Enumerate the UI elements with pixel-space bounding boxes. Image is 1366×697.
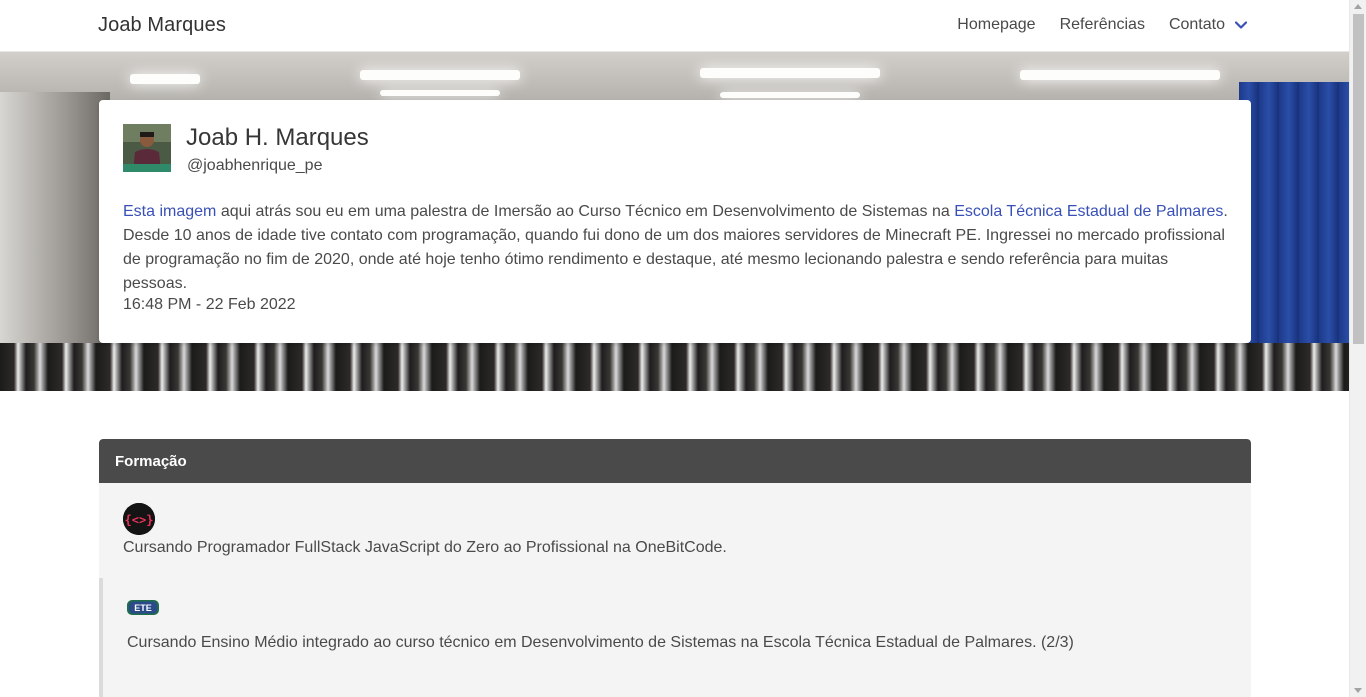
profile-bio: Esta imagem aqui atrás sou eu em uma pal… (123, 200, 1229, 296)
hero-audience (0, 343, 1349, 391)
profile-timestamp: 16:48 PM - 22 Feb 2022 (123, 296, 296, 313)
ceiling-light (360, 70, 520, 80)
bio-school-link[interactable]: Escola Técnica Estadual de Palmares (954, 203, 1223, 220)
svg-text:{<>}: {<>} (125, 513, 154, 527)
formacao-entry: Cursando Ensino Médio integrado ao curso… (127, 634, 1074, 651)
profile-card: Joab H. Marques @joabhenrique_pe Esta im… (99, 100, 1251, 343)
formacao-panel: Formação {<>} Cursando Programador FullS… (99, 439, 1251, 697)
profile-name: Joab H. Marques (186, 124, 369, 151)
ceiling-light (130, 74, 200, 84)
bio-text: aqui atrás sou eu em uma palestra de Ime… (216, 203, 955, 220)
bio-image-link[interactable]: Esta imagem (123, 203, 216, 220)
top-navbar: Joab Marques Homepage Referências Contat… (0, 0, 1349, 52)
page-scrollbar[interactable] (1349, 0, 1366, 697)
nav-link-contato[interactable]: Contato (1169, 16, 1225, 34)
nav-links: Homepage Referências Contato (957, 16, 1249, 34)
profile-handle: @joabhenrique_pe (187, 157, 323, 174)
ceiling-light (700, 68, 880, 78)
scroll-up-icon[interactable] (1354, 4, 1362, 9)
avatar (123, 124, 171, 172)
brand-name[interactable]: Joab Marques (98, 14, 226, 37)
scroll-down-icon[interactable] (1354, 688, 1362, 693)
ete-logo-text: ETE (134, 603, 152, 613)
onebitcode-logo-icon: {<>} (123, 503, 155, 535)
chevron-down-icon[interactable] (1233, 17, 1249, 33)
ceiling-light (1020, 70, 1220, 80)
formacao-entry-blockquote: ETE Cursando Ensino Médio integrado ao c… (99, 578, 1251, 697)
panel-title: Formação (99, 439, 1251, 483)
scrollbar-thumb[interactable] (1353, 14, 1364, 344)
nav-link-homepage[interactable]: Homepage (957, 16, 1035, 34)
ete-logo-icon: ETE (127, 598, 159, 618)
nav-link-referencias[interactable]: Referências (1060, 16, 1145, 34)
ceiling-light (380, 90, 500, 96)
ceiling-light (720, 92, 860, 98)
formacao-entry: Cursando Programador FullStack JavaScrip… (123, 539, 727, 556)
